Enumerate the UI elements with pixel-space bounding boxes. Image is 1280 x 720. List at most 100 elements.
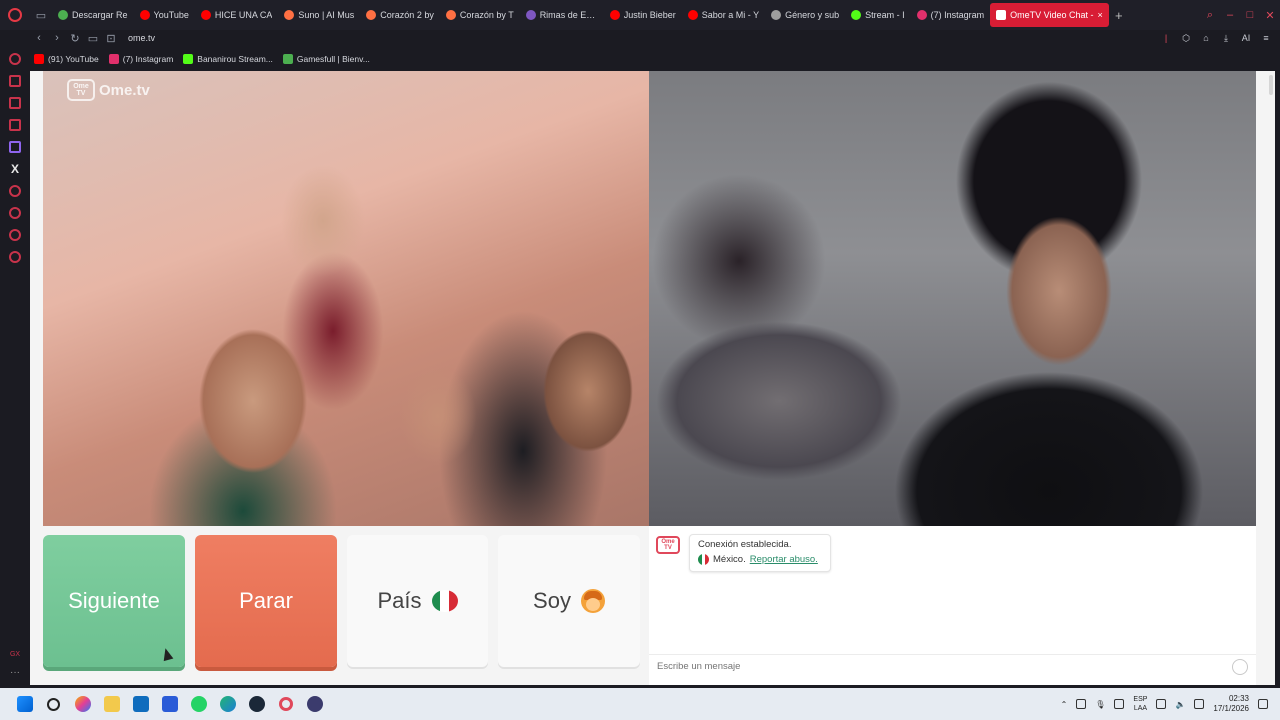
kick-icon	[851, 10, 862, 20]
tab-stream[interactable]: Stream - I	[845, 3, 911, 27]
next-button[interactable]: Siguiente	[43, 535, 185, 667]
tab-descargar[interactable]: Descargar Re	[52, 3, 134, 27]
tab-corazon-2[interactable]: Corazón 2 by	[360, 3, 440, 27]
opera-logo-icon[interactable]	[0, 0, 30, 30]
twitch-icon[interactable]	[9, 141, 21, 153]
forward-icon[interactable]: ›	[48, 32, 66, 44]
gx-games-icon[interactable]	[9, 119, 21, 131]
tab-youtube[interactable]: YouTube	[134, 3, 195, 27]
network-tray-icon[interactable]	[1076, 699, 1087, 709]
keyboard-icon[interactable]	[1114, 699, 1125, 709]
tab-corazon[interactable]: Corazón by T	[440, 3, 520, 27]
gender-button[interactable]: Soy	[498, 535, 640, 667]
tab-genero[interactable]: Género y sub	[765, 3, 845, 27]
tab-justin-bieber[interactable]: Justin Bieber	[604, 3, 682, 27]
tab-sabor-a-mi[interactable]: Sabor a Mi - Y	[682, 3, 765, 27]
language-indicator[interactable]: ESP LAA	[1133, 695, 1147, 713]
video-popout-icon[interactable]: ▭	[84, 32, 102, 45]
tab-instagram[interactable]: (7) Instagram	[911, 3, 991, 27]
bookmarks-bar: (91) YouTube (7) Instagram Bananirou Str…	[30, 50, 1280, 68]
mexico-flag-icon	[698, 554, 709, 565]
suno-icon	[445, 10, 456, 20]
message-input[interactable]	[657, 661, 1217, 672]
tab-ometv-active[interactable]: OmeTV Video Chat - ×	[990, 3, 1109, 27]
stop-button[interactable]: Parar	[195, 535, 337, 667]
edge-icon[interactable]	[213, 688, 242, 720]
search-tabs-icon[interactable]: ⌕	[1200, 9, 1220, 22]
clock[interactable]: 02:33 17/1/2026	[1213, 694, 1249, 714]
watermark-text: Ome.tv	[99, 81, 150, 99]
download-icon[interactable]: ⤓	[1218, 33, 1234, 44]
youtube-icon	[609, 10, 620, 20]
bookmark-gamesfull[interactable]: Gamesfull | Bienv...	[282, 54, 370, 64]
lock-icon: ⊡	[106, 32, 116, 45]
url-field[interactable]: ome.tv	[128, 33, 155, 43]
report-abuse-link[interactable]: Reportar abuso.	[750, 554, 818, 565]
aria-ai-button[interactable]: AI	[1238, 33, 1254, 43]
outlook-icon[interactable]	[126, 688, 155, 720]
back-icon[interactable]: ‹	[30, 32, 48, 44]
gamepad-icon	[282, 54, 293, 64]
emoji-icon[interactable]	[1232, 659, 1248, 675]
close-window-icon[interactable]: ✕	[1260, 9, 1280, 22]
whatsapp-icon[interactable]	[184, 688, 213, 720]
obs-icon[interactable]	[300, 688, 329, 720]
extensions-sidebar-icon[interactable]	[9, 229, 21, 241]
bookmark-instagram[interactable]: (7) Instagram	[108, 54, 173, 64]
ometv-logo-icon: Ome TV	[67, 79, 95, 101]
tab-suno[interactable]: Suno | AI Mus	[278, 3, 360, 27]
volume-icon[interactable]: 🔈	[1175, 700, 1185, 709]
extensions-icon[interactable]: ⬡	[1178, 33, 1194, 44]
steam-icon[interactable]	[242, 688, 271, 720]
tab-close-icon[interactable]: ×	[1098, 10, 1103, 20]
youtube-icon	[139, 10, 150, 20]
messenger-icon[interactable]	[9, 97, 21, 109]
tab-menu-icon[interactable]: ▭	[30, 0, 52, 30]
maximize-icon[interactable]: □	[1240, 9, 1260, 21]
settings-icon[interactable]	[9, 251, 21, 263]
minimize-icon[interactable]: –	[1220, 9, 1240, 21]
wallet-icon[interactable]: ⌂	[1198, 33, 1214, 43]
instagram-sidebar-icon[interactable]	[9, 185, 21, 197]
tab-rimas[interactable]: Rimas de Este	[520, 3, 604, 27]
kick-icon	[183, 54, 194, 64]
boy-avatar-icon	[580, 589, 605, 613]
bookmark-bananirou[interactable]: Bananirou Stream...	[183, 54, 273, 64]
globe-icon	[771, 10, 782, 20]
gx-control-icon[interactable]	[9, 53, 21, 65]
page-scrollbar[interactable]	[1266, 71, 1275, 685]
tab-favicon-icon	[58, 10, 68, 20]
suno-icon	[284, 10, 295, 20]
chat-panel: Ome TV Conexión establecida. México. Rep…	[649, 526, 1256, 685]
menu-icon[interactable]: ≡	[1258, 33, 1274, 43]
country-button[interactable]: País	[347, 535, 488, 667]
new-tab-button[interactable]: +	[1109, 8, 1129, 23]
more-icon[interactable]: ···	[10, 667, 20, 678]
microphone-icon[interactable]: 🎙	[1095, 700, 1105, 709]
wifi-icon[interactable]	[1156, 699, 1167, 709]
windows-taskbar: ⌃ 🎙 ESP LAA 🔈 02:33 17/1/2026	[0, 688, 1280, 720]
rimas-icon	[525, 10, 536, 20]
search-icon[interactable]	[39, 688, 68, 720]
windows-start-icon[interactable]	[10, 688, 39, 720]
gx-label: GX	[9, 651, 21, 658]
tabs-strip: Descargar Re YouTube HICE UNA CA Suno | …	[52, 0, 1200, 30]
battery-icon[interactable]	[1194, 699, 1205, 709]
tab-hice-una[interactable]: HICE UNA CA	[195, 3, 279, 27]
notifications-icon[interactable]	[1258, 699, 1268, 709]
partner-video: Ome TV Ome.tv	[43, 71, 649, 526]
x-twitter-icon[interactable]: X	[11, 162, 19, 176]
bookmark-youtube[interactable]: (91) YouTube	[34, 54, 99, 64]
browser-sidebar: X GX ···	[0, 48, 30, 688]
opera-gx-icon[interactable]	[271, 688, 300, 720]
chevron-up-icon[interactable]: ⌃	[1061, 700, 1068, 709]
file-explorer-icon[interactable]	[97, 688, 126, 720]
copilot-icon[interactable]	[68, 688, 97, 720]
history-icon[interactable]	[9, 207, 21, 219]
gx-corner-icon[interactable]	[9, 75, 21, 87]
mexico-flag-icon	[431, 590, 458, 612]
reload-icon[interactable]: ↻	[66, 32, 84, 45]
store-icon[interactable]	[155, 688, 184, 720]
ometv-watermark: Ome TV Ome.tv	[67, 79, 150, 101]
youtube-icon	[687, 10, 698, 20]
